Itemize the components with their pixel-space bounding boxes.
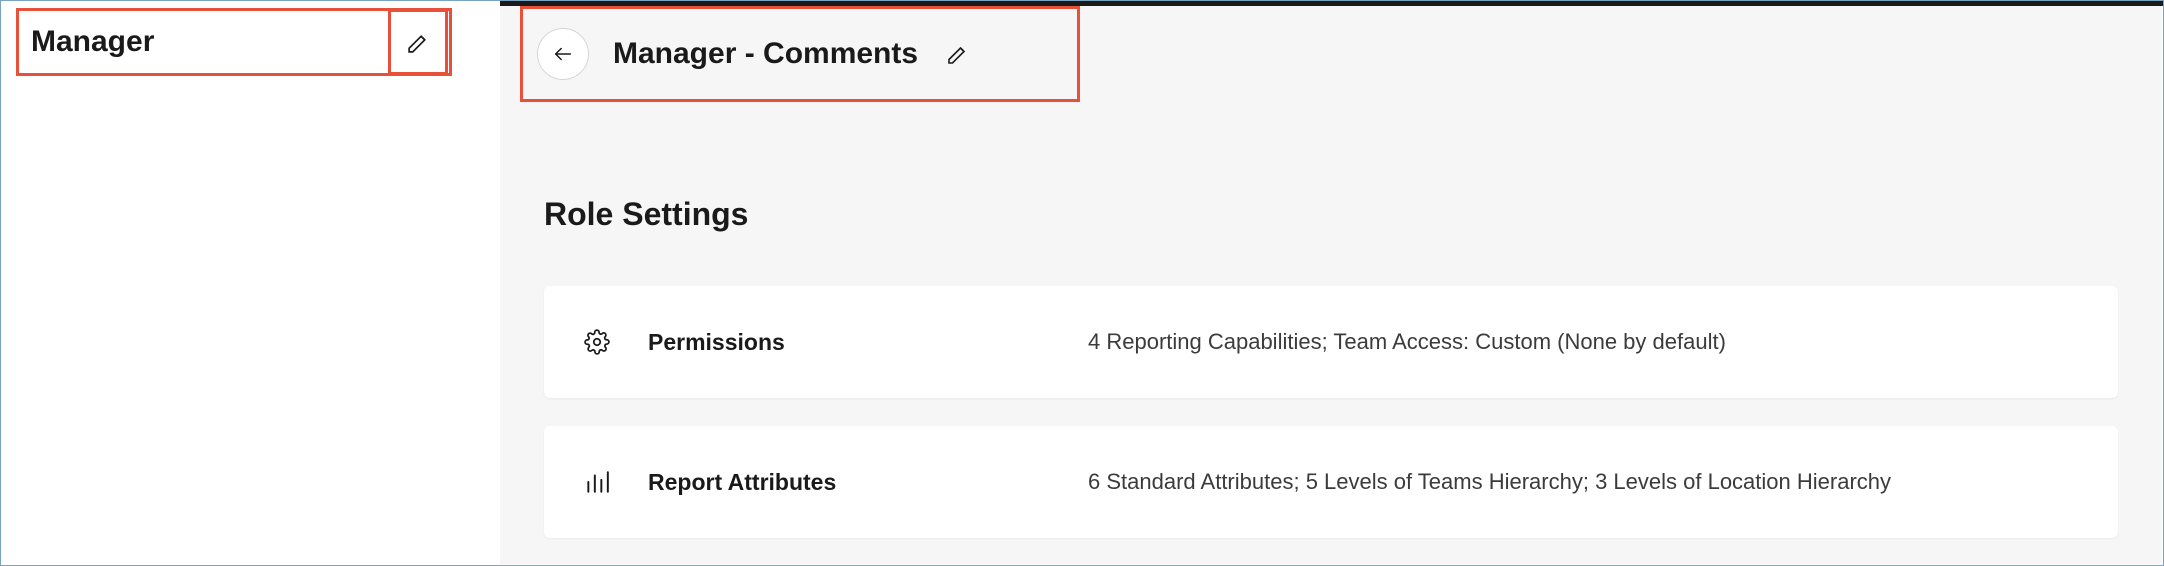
back-button[interactable] xyxy=(537,28,589,80)
title-edit-button[interactable] xyxy=(946,42,970,66)
page-title: Manager - Comments xyxy=(613,37,918,71)
card-summary: 4 Reporting Capabilities; Team Access: C… xyxy=(1088,329,2078,355)
header-region: Manager - Comments xyxy=(520,6,1080,102)
card-report-attributes[interactable]: Report Attributes 6 Standard Attributes;… xyxy=(544,426,2118,538)
bar-chart-icon xyxy=(584,469,610,495)
card-summary: 6 Standard Attributes; 5 Levels of Teams… xyxy=(1088,469,2078,495)
card-label: Permissions xyxy=(648,329,1088,356)
sidebar-item-role[interactable]: Manager xyxy=(16,8,452,76)
pencil-icon xyxy=(946,42,970,66)
section-title: Role Settings xyxy=(544,196,748,233)
pencil-icon xyxy=(406,30,431,55)
sidebar-edit-button[interactable] xyxy=(388,9,448,75)
sidebar: Manager xyxy=(4,4,494,562)
arrow-left-icon xyxy=(552,43,574,65)
card-label: Report Attributes xyxy=(648,469,1088,496)
gear-icon xyxy=(584,329,610,355)
main-panel: Manager - Comments Role Settings Permiss… xyxy=(500,6,2162,564)
sidebar-item-label: Manager xyxy=(31,25,154,59)
card-permissions[interactable]: Permissions 4 Reporting Capabilities; Te… xyxy=(544,286,2118,398)
